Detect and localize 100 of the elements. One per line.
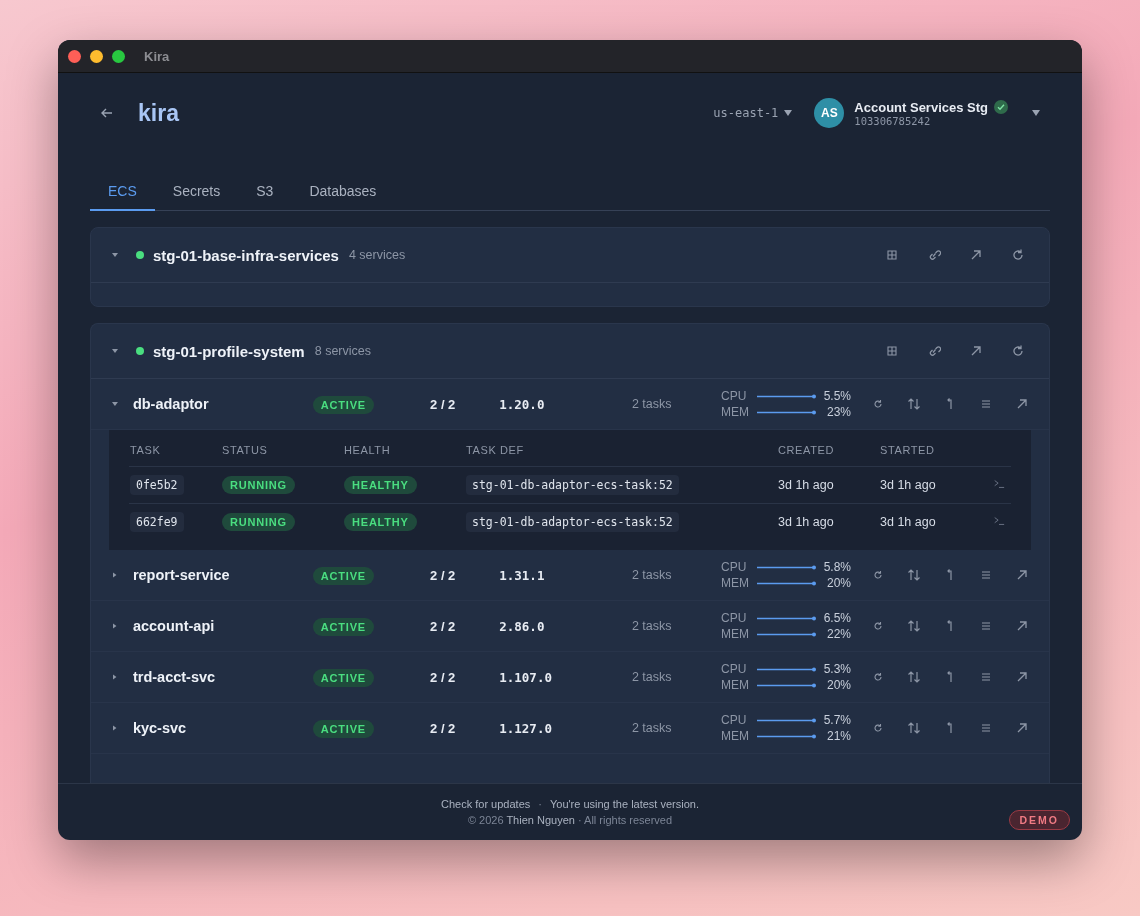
cpu-sparkline <box>757 564 817 570</box>
refresh-icon[interactable] <box>1011 248 1025 262</box>
running-count: 2 / 2 <box>430 720 457 736</box>
column-header: CREATED <box>777 434 879 467</box>
copyright-text: © 2026 Thien Nguyen · All rights reserved <box>467 814 673 826</box>
status-badge: ACTIVE <box>312 396 374 414</box>
external-link-icon[interactable] <box>1015 568 1029 582</box>
status-badge: RUNNING <box>222 476 295 494</box>
tab[interactable]: ECS <box>90 175 155 211</box>
status-dot <box>136 251 144 259</box>
metric-label: MEM <box>721 729 750 743</box>
metric-label: MEM <box>721 576 750 590</box>
cluster-name: stg-01-profile-system <box>153 342 305 360</box>
chevron-icon[interactable] <box>111 251 119 259</box>
running-count: 2 / 2 <box>430 567 457 583</box>
service-name: db-adaptor <box>132 396 210 412</box>
refresh-icon[interactable] <box>871 721 885 735</box>
metric-label: CPU <box>721 389 748 403</box>
metric-label: MEM <box>721 678 750 692</box>
swap-icon[interactable] <box>907 568 921 582</box>
terminal-icon[interactable] <box>992 477 1006 490</box>
account-id: 103306785242 <box>854 114 932 127</box>
close-button[interactable] <box>68 49 81 63</box>
demo-badge: DEMO <box>1008 810 1070 830</box>
metric-label: CPU <box>721 713 748 727</box>
terminal-icon[interactable] <box>992 514 1006 527</box>
swap-icon[interactable] <box>907 721 921 735</box>
external-link-icon[interactable] <box>969 248 983 262</box>
external-link-icon[interactable] <box>1015 721 1029 735</box>
status-badge: ACTIVE <box>312 618 374 636</box>
started-time: 3d 1h ago <box>879 503 991 540</box>
cpu-sparkline <box>757 666 817 672</box>
column-header: HEALTH <box>343 434 465 467</box>
cluster-name: stg-01-base-infra-services <box>153 246 339 264</box>
tab[interactable]: S3 <box>238 175 292 211</box>
task-count: 2 tasks <box>631 721 673 735</box>
column-header: TASK DEF <box>465 434 777 467</box>
cpu-sparkline <box>757 393 817 399</box>
swap-icon[interactable] <box>907 670 921 684</box>
grid-icon[interactable] <box>885 248 899 262</box>
refresh-icon[interactable] <box>871 670 885 684</box>
running-count: 2 / 2 <box>430 669 457 685</box>
window-title: Kira <box>144 48 170 64</box>
minimize-button[interactable] <box>90 49 103 63</box>
running-count: 2 / 2 <box>430 618 457 634</box>
tab[interactable]: Databases <box>291 175 395 211</box>
metric-value: 5.5% <box>822 389 851 403</box>
zoom-button[interactable] <box>112 49 125 63</box>
task-count: 2 tasks <box>631 670 673 684</box>
task-count: 2 tasks <box>631 397 673 411</box>
service-count: 4 services <box>348 248 406 262</box>
chevron-icon[interactable] <box>111 347 119 355</box>
region-dropdown[interactable]: us-east-1 <box>713 106 793 120</box>
version-text: 1.107.0 <box>499 669 553 685</box>
metric-value: 22% <box>825 627 851 641</box>
tab[interactable]: Secrets <box>154 175 239 211</box>
chevron-icon[interactable] <box>111 673 119 681</box>
metric-value: 20% <box>825 576 851 590</box>
link-icon[interactable] <box>927 248 941 262</box>
column-header: STARTED <box>879 434 991 467</box>
refresh-icon[interactable] <box>871 397 885 411</box>
caret-icon <box>784 110 793 116</box>
task-id: 662fe9 <box>130 512 184 532</box>
swap-icon[interactable] <box>907 619 921 633</box>
swap-icon[interactable] <box>907 397 921 411</box>
chevron-icon[interactable] <box>111 400 119 408</box>
status-dot <box>136 347 144 355</box>
external-link-icon[interactable] <box>969 344 983 358</box>
grid-icon[interactable] <box>885 344 899 358</box>
task-count: 2 tasks <box>631 568 673 582</box>
memory-sparkline <box>757 682 817 688</box>
memory-sparkline <box>757 580 817 586</box>
external-link-icon[interactable] <box>1015 670 1029 684</box>
back-icon[interactable] <box>100 106 114 120</box>
link-icon[interactable] <box>927 344 941 358</box>
refresh-icon[interactable] <box>871 568 885 582</box>
memory-sparkline <box>757 631 817 637</box>
chevron-icon[interactable] <box>111 724 119 732</box>
cpu-sparkline <box>757 717 817 723</box>
account-name: Account Services Stg <box>854 99 988 115</box>
column-header: STATUS <box>221 434 343 467</box>
account-avatar: AS <box>814 98 845 128</box>
metric-value: 23% <box>825 405 851 419</box>
version-text: 1.127.0 <box>499 720 553 736</box>
metric-value: 21% <box>825 729 851 743</box>
update-link[interactable]: Check for updates <box>441 798 531 810</box>
external-link-icon[interactable] <box>1015 397 1029 411</box>
refresh-icon[interactable] <box>871 619 885 633</box>
refresh-icon[interactable] <box>1011 344 1025 358</box>
app-title: kira <box>138 99 179 127</box>
chevron-icon[interactable] <box>111 622 119 630</box>
task-definition: stg-01-db-adaptor-ecs-task:52 <box>466 475 679 495</box>
metric-value: 20% <box>825 678 851 692</box>
chevron-icon[interactable] <box>111 571 119 579</box>
external-link-icon[interactable] <box>1015 619 1029 633</box>
health-badge: HEALTHY <box>344 513 417 531</box>
task-id: 0fe5b2 <box>130 475 184 495</box>
version-text: 2.86.0 <box>499 618 546 634</box>
version-text: 1.20.0 <box>499 396 546 412</box>
caret-icon[interactable] <box>1032 110 1040 116</box>
